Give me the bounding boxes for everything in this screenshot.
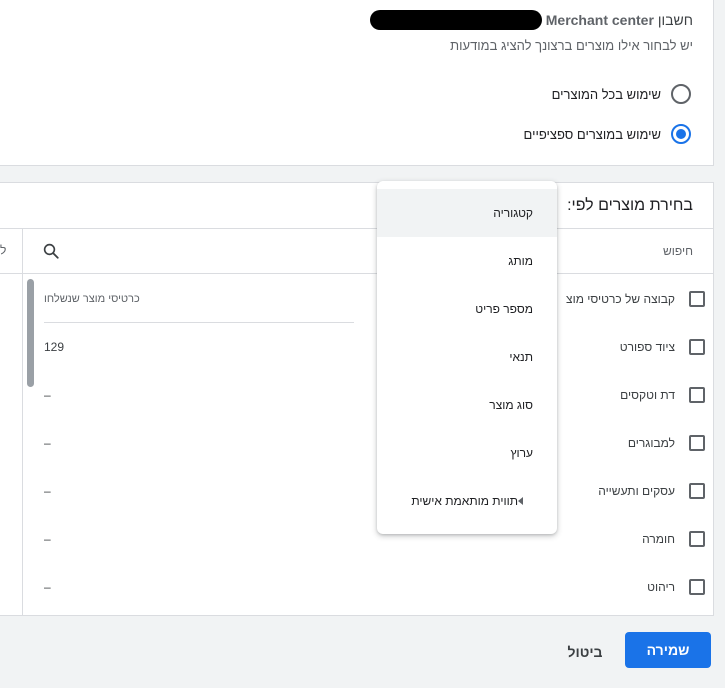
menu-item-brand[interactable]: מותג (377, 237, 557, 285)
menu-item-custom-label[interactable]: תווית מותאמת אישית (377, 477, 557, 525)
radio-label: שימוש בכל המוצרים (551, 86, 661, 102)
search-icon[interactable] (42, 242, 60, 260)
value-cell: – (44, 388, 51, 402)
filter-type-menu: קטגוריה מותג מספר פריט תנאי סוג מוצר ערו… (377, 181, 557, 534)
list-item-label: עסקים ותעשייה (598, 484, 675, 498)
product-source-card: חשבון Merchant center יש לבחור אילו מוצר… (0, 0, 714, 166)
list-item[interactable]: עסקים ותעשייה (555, 467, 705, 515)
merchant-center-label: Merchant center (545, 12, 654, 28)
value-cell: 129 (44, 340, 65, 354)
account-label: חשבון (657, 12, 693, 28)
page: חשבון Merchant center יש לבחור אילו מוצר… (0, 0, 725, 688)
radio-button-checked[interactable] (671, 124, 691, 144)
card-subtitle: יש לבחור אילו מוצרים ברצונך להציג במודעו… (450, 38, 693, 53)
cancel-button[interactable]: ביטול (555, 636, 615, 668)
column-divider (22, 228, 23, 616)
submenu-arrow-icon (518, 497, 523, 505)
list-item[interactable]: ריהוט (555, 563, 705, 611)
checkbox[interactable] (689, 579, 705, 595)
search-header: ל חיפוש (0, 228, 713, 274)
value-cell: – (44, 580, 51, 594)
list-item-label: ריהוט (647, 580, 675, 594)
list-item[interactable]: חומרה (555, 515, 705, 563)
list-item-label: דת וטקסים (620, 388, 675, 402)
checkbox[interactable] (689, 483, 705, 499)
menu-item-label: תווית מותאמת אישית (411, 494, 518, 508)
list-header-row[interactable]: קבוצה של כרטיסי מוצ (555, 275, 705, 323)
checkbox[interactable] (689, 531, 705, 547)
menu-item-condition[interactable]: תנאי (377, 333, 557, 381)
redacted-account-name (369, 10, 542, 30)
menu-item-label: ערוץ (510, 446, 533, 460)
checkbox[interactable] (689, 339, 705, 355)
radio-specific-products[interactable]: שימוש במוצרים ספציפיים (524, 123, 691, 145)
checkbox[interactable] (689, 435, 705, 451)
select-all-checkbox[interactable] (689, 291, 705, 307)
menu-item-label: מספר פריט (475, 302, 533, 316)
selector-title: בחירת מוצרים לפי: (567, 197, 693, 214)
radio-label: שימוש במוצרים ספציפיים (523, 126, 661, 142)
list-header-label: קבוצה של כרטיסי מוצ (566, 292, 675, 306)
value-cell: – (44, 436, 51, 450)
menu-item-label: מותג (508, 254, 533, 268)
checkbox[interactable] (689, 387, 705, 403)
menu-item-label: סוג מוצר (489, 398, 533, 412)
menu-item-category[interactable]: קטגוריה (377, 189, 557, 237)
category-list: קבוצה של כרטיסי מוצ ציוד ספורט דת וטקסים… (555, 275, 705, 611)
list-item[interactable]: דת וטקסים (555, 371, 705, 419)
menu-item-product-type[interactable]: סוג מוצר (377, 381, 557, 429)
sent-products-column: כרטיסי מוצר שנשלחו 129 – – – – – (44, 275, 354, 611)
list-item-label: למבוגרים (627, 436, 675, 450)
list-item[interactable]: ציוד ספורט (555, 323, 705, 371)
list-item-label: חומרה (642, 532, 675, 546)
list-item-label: ציוד ספורט (619, 340, 675, 354)
search-input[interactable]: חיפוש (663, 244, 693, 258)
cut-off-label: ל (0, 243, 7, 257)
value-cell: – (44, 484, 51, 498)
menu-item-item-id[interactable]: מספר פריט (377, 285, 557, 333)
scrollbar-thumb[interactable] (27, 279, 34, 387)
account-row: חשבון Merchant center (369, 10, 693, 30)
radio-all-products[interactable]: שימוש בכל המוצרים (552, 83, 691, 105)
radio-button[interactable] (671, 84, 691, 104)
menu-item-label: תנאי (509, 350, 533, 364)
menu-item-channel[interactable]: ערוץ (377, 429, 557, 477)
list-item[interactable]: למבוגרים (555, 419, 705, 467)
value-cell: – (44, 532, 51, 546)
column-header: כרטיסי מוצר שנשלחו (44, 275, 354, 323)
menu-item-label: קטגוריה (493, 206, 533, 220)
save-button[interactable]: שמירה (625, 632, 711, 668)
